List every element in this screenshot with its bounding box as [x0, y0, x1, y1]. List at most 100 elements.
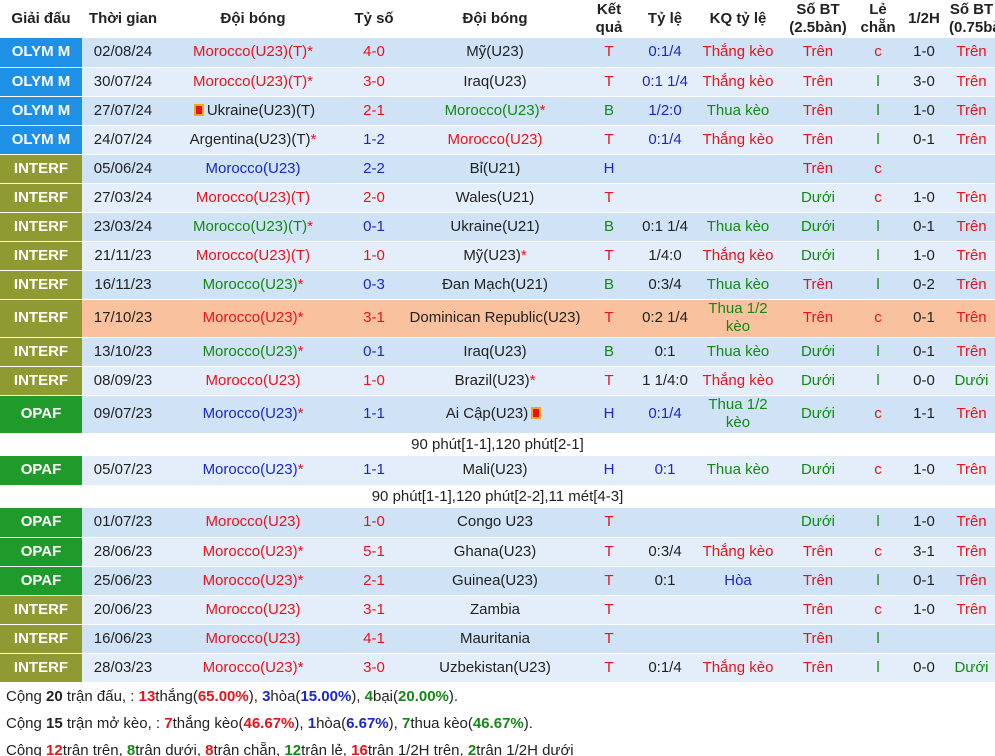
half-time-cell-text: 0-0 [913, 371, 935, 389]
home-team-name[interactable]: Ukraine(U23)(T) [207, 102, 315, 119]
away-team-cell[interactable]: Guinea(U23) [406, 566, 584, 596]
away-team-name[interactable]: Ukraine(U21) [450, 218, 539, 235]
table-row: INTERF 21/11/23 Morocco(U23)(T) 1-0 Mỹ(U23)*… [0, 241, 995, 271]
away-team-cell[interactable]: Iraq(U23) [406, 337, 584, 367]
home-team-cell[interactable]: Morocco(U23)* [164, 653, 342, 683]
away-team-name[interactable]: Dominican Republic(U23) [410, 309, 581, 326]
home-team-cell[interactable]: Morocco(U23) [164, 366, 342, 396]
away-team-name[interactable]: Mỹ(U23) [466, 43, 524, 60]
away-team-name[interactable]: Ghana(U23) [454, 543, 537, 560]
home-team-name[interactable]: Morocco(U23)(T) [193, 73, 307, 90]
home-team-cell[interactable]: Morocco(U23)(T)* [164, 38, 342, 68]
home-team-name[interactable]: Argentina(U23)(T) [190, 131, 311, 148]
home-team-cell[interactable]: Morocco(U23) [164, 624, 342, 654]
home-team-name[interactable]: Morocco(U23)(T) [196, 247, 310, 264]
odds-result-cell-text: Thắng kèo [702, 72, 774, 90]
home-team-name[interactable]: Morocco(U23) [203, 405, 298, 422]
away-team-name[interactable]: Ai Cập(U23) [446, 405, 529, 422]
goals-0-75-cell-text: Trên [956, 513, 987, 531]
away-team-cell[interactable]: Ghana(U23) [406, 537, 584, 567]
away-team-cell[interactable]: Morocco(U23)* [406, 96, 584, 126]
header-half-time: 1/2H [900, 0, 948, 38]
away-team-cell[interactable]: Ukraine(U21) [406, 212, 584, 242]
half-time-cell-text: 1-0 [913, 513, 935, 531]
away-team-cell[interactable]: Đan Mạch(U21) [406, 270, 584, 300]
away-team-name[interactable]: Morocco(U23) [447, 131, 542, 148]
home-team-name[interactable]: Morocco(U23) [205, 372, 300, 389]
home-team-cell[interactable]: Ukraine(U23)(T) [164, 96, 342, 126]
away-team-name[interactable]: Mauritania [460, 630, 530, 647]
away-team-cell[interactable]: Mỹ(U23)* [406, 241, 584, 271]
away-team-cell[interactable]: Iraq(U23) [406, 67, 584, 97]
away-team-name[interactable]: Iraq(U23) [463, 73, 526, 90]
header-score: Tỷ số [342, 0, 406, 38]
away-team-name[interactable]: Đan Mạch(U21) [442, 276, 548, 293]
away-team-name[interactable]: Zambia [470, 601, 520, 618]
home-team-cell[interactable]: Morocco(U23)* [164, 537, 342, 567]
away-team-cell[interactable]: Dominican Republic(U23) [406, 299, 584, 338]
league-cell-text: OLYM M [11, 130, 71, 148]
home-team-cell[interactable]: Morocco(U23)* [164, 566, 342, 596]
away-team-cell[interactable]: Zambia [406, 595, 584, 625]
home-team-cell[interactable]: Morocco(U23)* [164, 337, 342, 367]
home-team-cell[interactable]: Morocco(U23)(T)* [164, 67, 342, 97]
odd-even-cell: c [856, 395, 900, 434]
home-team-name[interactable]: Morocco(U23) [205, 160, 300, 177]
red-card-icon [193, 103, 204, 116]
home-team-cell[interactable]: Morocco(U23)* [164, 395, 342, 434]
odds-result-cell [696, 183, 780, 213]
away-team-name[interactable]: Morocco(U23) [445, 102, 540, 119]
away-team-name[interactable]: Uzbekistan(U23) [439, 659, 551, 676]
home-team-name[interactable]: Morocco(U23) [203, 309, 298, 326]
away-team-cell[interactable]: Brazil(U23)* [406, 366, 584, 396]
home-team-cell[interactable]: Morocco(U23)* [164, 270, 342, 300]
away-team-cell[interactable]: Bỉ(U21) [406, 154, 584, 184]
date-cell: 28/06/23 [82, 537, 164, 567]
date-cell: 25/06/23 [82, 566, 164, 596]
home-team-cell[interactable]: Morocco(U23) [164, 508, 342, 538]
away-team-name[interactable]: Brazil(U23) [455, 372, 530, 389]
home-team-name[interactable]: Morocco(U23)(T) [193, 43, 307, 60]
home-team-name[interactable]: Morocco(U23)(T) [193, 218, 307, 235]
summary-line: Cộng 20 trận đấu, : 13thắng(65.00%), 3hò… [6, 683, 995, 710]
home-team-name[interactable]: Morocco(U23) [203, 461, 298, 478]
home-team-cell[interactable]: Morocco(U23) [164, 595, 342, 625]
away-team-cell[interactable]: Mali(U23) [406, 456, 584, 486]
away-team-name[interactable]: Bỉ(U21) [470, 160, 521, 177]
home-team-cell[interactable]: Morocco(U23)* [164, 456, 342, 486]
away-team-name[interactable]: Mali(U23) [462, 461, 527, 478]
home-team-name[interactable]: Morocco(U23)(T) [196, 189, 310, 206]
away-team-name[interactable]: Wales(U21) [456, 189, 535, 206]
goals-2-5-cell-text: Trên [802, 658, 834, 676]
home-team-cell[interactable]: Morocco(U23) [164, 154, 342, 184]
away-team-cell[interactable]: Wales(U21) [406, 183, 584, 213]
home-team-name[interactable]: Morocco(U23) [203, 543, 298, 560]
away-team-name[interactable]: Congo U23 [457, 513, 533, 530]
away-team-name[interactable]: Iraq(U23) [463, 343, 526, 360]
odds-cell-text: 0:1 [654, 571, 676, 589]
summary-text: trận chẵn, [213, 741, 285, 756]
home-team-cell[interactable]: Argentina(U23)(T)* [164, 125, 342, 155]
home-team-name[interactable]: Morocco(U23) [203, 276, 298, 293]
away-team-cell[interactable]: Morocco(U23) [406, 125, 584, 155]
odd-even-cell: c [856, 38, 900, 68]
home-team-name[interactable]: Morocco(U23) [203, 572, 298, 589]
away-team-cell[interactable]: Ai Cập(U23) [406, 395, 584, 434]
date-cell: 20/06/23 [82, 595, 164, 625]
away-team-cell[interactable]: Congo U23 [406, 508, 584, 538]
home-team-name[interactable]: Morocco(U23) [205, 630, 300, 647]
home-team-cell[interactable]: Morocco(U23)(T) [164, 241, 342, 271]
away-team-name[interactable]: Mỹ(U23) [463, 247, 521, 264]
home-team-name[interactable]: Morocco(U23) [203, 659, 298, 676]
away-team-cell[interactable]: Mỹ(U23) [406, 38, 584, 68]
home-team-name[interactable]: Morocco(U23) [205, 513, 300, 530]
result-cell: T [584, 624, 634, 654]
home-team-name[interactable]: Morocco(U23) [203, 343, 298, 360]
away-team-cell[interactable]: Uzbekistan(U23) [406, 653, 584, 683]
away-team-cell[interactable]: Mauritania [406, 624, 584, 654]
home-team-cell[interactable]: Morocco(U23)* [164, 299, 342, 338]
home-team-cell[interactable]: Morocco(U23)(T) [164, 183, 342, 213]
home-team-name[interactable]: Morocco(U23) [205, 601, 300, 618]
home-team-cell[interactable]: Morocco(U23)(T)* [164, 212, 342, 242]
away-team-name[interactable]: Guinea(U23) [452, 572, 538, 589]
